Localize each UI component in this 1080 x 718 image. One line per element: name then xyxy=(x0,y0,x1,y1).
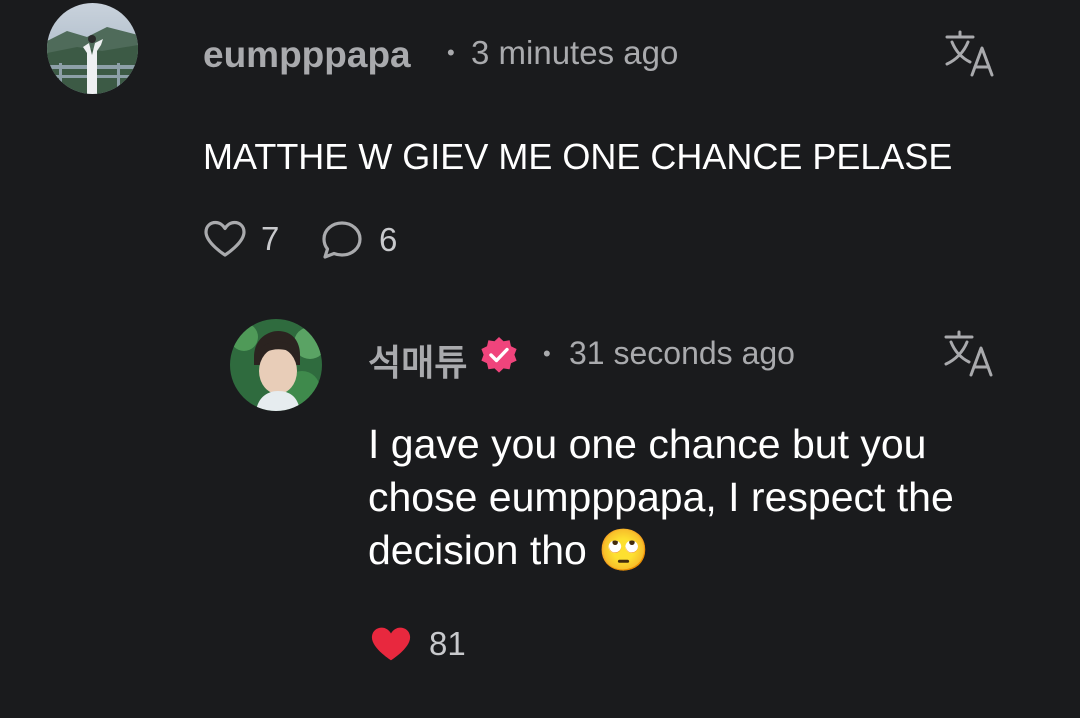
comment-body-line: decision tho 🙄 xyxy=(368,524,954,577)
avatar[interactable] xyxy=(47,3,138,94)
comment-thread: eumpppapa • 3 minutes ago MATTHE W GIEV … xyxy=(0,0,1080,718)
comment-body-text: decision tho xyxy=(368,527,587,573)
comment-timestamp: 3 minutes ago xyxy=(471,34,679,71)
like-count: 7 xyxy=(261,220,280,257)
heart-icon xyxy=(204,220,246,257)
heart-icon xyxy=(371,627,411,661)
verified-badge-icon xyxy=(478,335,520,382)
comment-timestamp: 31 seconds ago xyxy=(569,335,795,371)
separator-dot: • xyxy=(447,40,455,65)
like-count: 81 xyxy=(429,625,466,662)
reply-button[interactable]: 6 xyxy=(321,220,397,260)
like-button[interactable]: 7 xyxy=(203,220,279,258)
comment-username[interactable]: eumpppapa xyxy=(203,34,411,76)
comment-bubble-icon xyxy=(322,221,362,259)
comment-username[interactable]: 석매튜 xyxy=(368,334,467,386)
comment-body-line: I gave you one chance but you xyxy=(368,421,927,467)
like-button[interactable]: 81 xyxy=(370,625,466,663)
translate-icon[interactable] xyxy=(943,330,997,383)
comment-body: MATTHE W GIEV ME ONE CHANCE PELASE xyxy=(203,136,953,177)
eye-roll-emoji: 🙄 xyxy=(598,526,650,574)
avatar[interactable] xyxy=(230,319,322,411)
translate-icon[interactable] xyxy=(944,30,998,83)
reply-count: 6 xyxy=(379,221,398,258)
comment-body: I gave you one chance but you chose eump… xyxy=(368,418,954,577)
separator-dot: • xyxy=(543,341,551,366)
comment-body-line: chose eumpppapa, I respect the xyxy=(368,474,954,520)
